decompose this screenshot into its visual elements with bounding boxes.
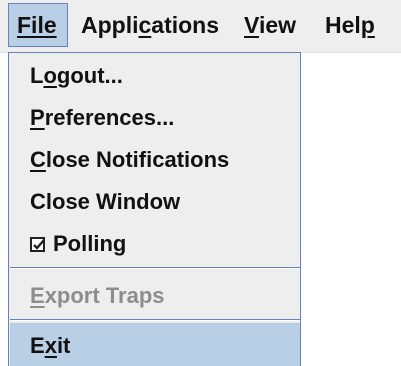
application-window: File Applications View Help Logout... Pr… <box>0 0 401 366</box>
menu-item-polling[interactable]: Polling <box>10 223 300 265</box>
menu-item-logout[interactable]: Logout... <box>10 55 300 97</box>
menu-item-preferences[interactable]: Preferences... <box>10 97 300 139</box>
menu-bar: File Applications View Help <box>0 0 401 53</box>
menu-view-label: View <box>244 12 297 38</box>
menu-separator <box>10 267 300 269</box>
menu-item-close-notifications-label: Close Notifications <box>30 147 230 172</box>
menu-item-exit[interactable]: Exit <box>10 323 300 366</box>
menu-file[interactable]: File <box>8 3 68 47</box>
menu-file-label: File <box>17 12 57 38</box>
menu-view[interactable]: View <box>236 3 311 47</box>
menu-item-logout-label: Logout... <box>30 63 123 88</box>
file-menu-dropdown: Logout... Preferences... Close Notificat… <box>8 52 301 366</box>
menu-item-close-window[interactable]: Close Window <box>10 181 300 223</box>
menu-item-preferences-label: Preferences... <box>30 105 175 130</box>
menu-applications-label: Applications <box>81 12 220 38</box>
menu-item-export-traps-label: Export Traps <box>30 283 165 308</box>
checkbox-checked-icon[interactable] <box>30 237 45 252</box>
menu-help[interactable]: Help <box>317 3 389 47</box>
menu-item-close-window-label: Close Window <box>30 189 181 214</box>
menu-item-close-notifications[interactable]: Close Notifications <box>10 139 300 181</box>
menu-separator <box>10 319 300 321</box>
menu-item-exit-label: Exit <box>30 333 71 358</box>
menu-item-polling-label: Polling <box>53 231 127 256</box>
menu-help-label: Help <box>325 12 375 38</box>
menu-applications[interactable]: Applications <box>73 3 229 47</box>
menu-item-export-traps: Export Traps <box>10 275 300 317</box>
